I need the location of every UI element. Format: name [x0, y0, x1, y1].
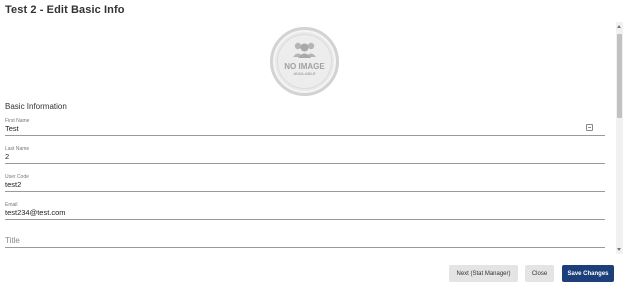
section-heading-basic-information: Basic Information: [5, 102, 67, 111]
last-name-value[interactable]: 2: [5, 152, 9, 161]
title-placeholder[interactable]: Title: [5, 236, 20, 245]
scroll-down-arrow-icon[interactable]: [617, 248, 621, 251]
email-field[interactable]: Email test234@test.com: [5, 202, 605, 220]
people-icon: NO IMAGE AVAILABLE: [277, 34, 332, 89]
available-text: AVAILABLE: [293, 71, 316, 76]
first-name-field[interactable]: First Name Test: [5, 118, 605, 136]
save-changes-button[interactable]: Save Changes: [562, 265, 614, 282]
user-code-value[interactable]: test2: [5, 180, 21, 189]
vertical-scrollbar[interactable]: [616, 22, 623, 254]
contact-card-icon[interactable]: [586, 124, 593, 131]
first-name-value[interactable]: Test: [5, 124, 19, 133]
next-stat-manager-button[interactable]: Next (Stat Manager): [449, 265, 518, 282]
user-code-field[interactable]: User Code test2: [5, 174, 605, 192]
form-scroll-area[interactable]: NO IMAGE AVAILABLE Basic Information Fir…: [0, 22, 614, 252]
no-image-text: NO IMAGE: [284, 62, 325, 71]
title-field[interactable]: Title: [5, 230, 605, 248]
email-value[interactable]: test234@test.com: [5, 208, 66, 217]
profile-image-placeholder[interactable]: NO IMAGE AVAILABLE: [270, 27, 339, 96]
scroll-up-arrow-icon[interactable]: [617, 25, 621, 28]
last-name-field[interactable]: Last Name 2: [5, 146, 605, 164]
close-button[interactable]: Close: [525, 265, 554, 282]
dialog-title: Test 2 - Edit Basic Info: [5, 4, 125, 16]
scrollbar-thumb[interactable]: [617, 34, 622, 118]
